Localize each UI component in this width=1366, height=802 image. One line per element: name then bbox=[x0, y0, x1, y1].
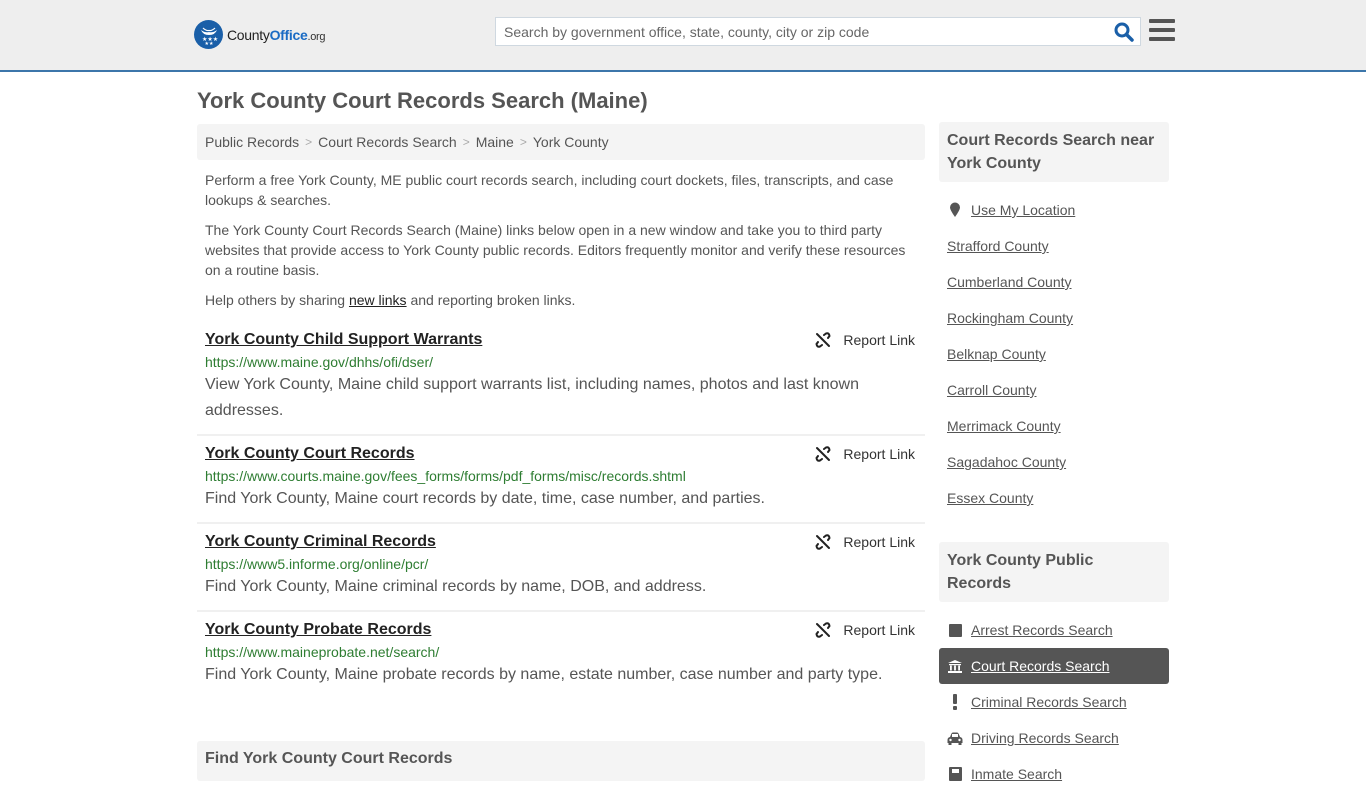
listing-item: York County Court Records Report Link ht… bbox=[197, 436, 925, 524]
intro-paragraph: Perform a free York County, ME public co… bbox=[205, 172, 894, 208]
car-icon bbox=[947, 732, 963, 745]
logo-text: CountyOffice.org bbox=[227, 26, 326, 43]
listing-title-link[interactable]: York County Court Records bbox=[205, 444, 415, 464]
court-records-item[interactable]: Court Records Search bbox=[939, 648, 1169, 684]
courthouse-icon bbox=[947, 659, 963, 673]
arrest-records-link[interactable]: Arrest Records Search bbox=[971, 622, 1113, 638]
nearby-county-item[interactable]: Sagadahoc County bbox=[939, 444, 1169, 480]
driving-records-link[interactable]: Driving Records Search bbox=[971, 730, 1119, 746]
listing-url: https://www.courts.maine.gov/fees_forms/… bbox=[205, 468, 686, 484]
nearby-county-item[interactable]: Carroll County bbox=[939, 372, 1169, 408]
breadcrumb-separator: > bbox=[519, 135, 527, 149]
breadcrumb-york-county[interactable]: York County bbox=[533, 134, 609, 150]
inmate-search-link[interactable]: Inmate Search bbox=[971, 766, 1062, 782]
court-records-link[interactable]: Court Records Search bbox=[971, 658, 1110, 674]
report-link-button[interactable]: Report Link bbox=[815, 446, 915, 462]
breadcrumb-maine[interactable]: Maine bbox=[476, 134, 514, 150]
listing-description: Find York County, Maine court records by… bbox=[205, 490, 765, 507]
eagle-logo-icon: ★★★ ★★ bbox=[194, 20, 223, 49]
nearby-county-link[interactable]: Cumberland County bbox=[947, 274, 1072, 290]
listing-item: York County Probate Records Report Link … bbox=[197, 612, 925, 698]
search-icon[interactable] bbox=[1114, 22, 1134, 42]
nearby-heading: Court Records Search near York County bbox=[939, 122, 1169, 182]
broken-link-icon bbox=[815, 622, 831, 638]
broken-link-icon bbox=[815, 534, 831, 550]
criminal-records-item[interactable]: Criminal Records Search bbox=[939, 684, 1169, 720]
listing-title-link[interactable]: York County Criminal Records bbox=[205, 532, 436, 552]
site-header: ★★★ ★★ CountyOffice.org bbox=[0, 0, 1366, 72]
broken-link-icon bbox=[815, 332, 831, 348]
nearby-county-item[interactable]: Essex County bbox=[939, 480, 1169, 516]
breadcrumb-separator: > bbox=[462, 135, 470, 149]
square-icon bbox=[947, 623, 963, 637]
nearby-county-item[interactable]: Cumberland County bbox=[939, 264, 1169, 300]
sidebar: Court Records Search near York County Us… bbox=[939, 122, 1169, 802]
nearby-county-link[interactable]: Merrimack County bbox=[947, 418, 1061, 434]
report-link-button[interactable]: Report Link bbox=[815, 622, 915, 638]
inmate-search-item[interactable]: Inmate Search bbox=[939, 756, 1169, 792]
criminal-records-link[interactable]: Criminal Records Search bbox=[971, 694, 1127, 710]
site-logo[interactable]: ★★★ ★★ CountyOffice.org bbox=[194, 20, 326, 49]
nearby-county-link[interactable]: Strafford County bbox=[947, 238, 1049, 254]
broken-link-icon bbox=[815, 446, 831, 462]
listing-description: View York County, Maine child support wa… bbox=[205, 376, 859, 419]
nearby-county-item[interactable]: Merrimack County bbox=[939, 408, 1169, 444]
public-records-heading: York County Public Records bbox=[939, 542, 1169, 602]
breadcrumb-court-records-search[interactable]: Court Records Search bbox=[318, 134, 457, 150]
nearby-county-link[interactable]: Rockingham County bbox=[947, 310, 1073, 326]
exclamation-icon bbox=[947, 694, 963, 710]
use-my-location-link[interactable]: Use My Location bbox=[971, 202, 1075, 218]
listing-title-link[interactable]: York County Probate Records bbox=[205, 620, 431, 640]
nearby-county-link[interactable]: Carroll County bbox=[947, 382, 1036, 398]
listing-url: https://www.maine.gov/dhhs/ofi/dser/ bbox=[205, 354, 433, 370]
driving-records-item[interactable]: Driving Records Search bbox=[939, 720, 1169, 756]
svg-text:★★: ★★ bbox=[204, 41, 213, 46]
map-pin-icon bbox=[947, 202, 963, 218]
report-link-button[interactable]: Report Link bbox=[815, 534, 915, 550]
nearby-county-item[interactable]: Belknap County bbox=[939, 336, 1169, 372]
search-bar bbox=[495, 17, 1141, 46]
nearby-county-link[interactable]: Belknap County bbox=[947, 346, 1046, 362]
listing-item: York County Child Support Warrants Repor… bbox=[197, 322, 925, 436]
listing-url: https://www.maineprobate.net/search/ bbox=[205, 644, 440, 660]
hamburger-menu-icon[interactable] bbox=[1149, 19, 1175, 43]
report-link-button[interactable]: Report Link bbox=[815, 332, 915, 348]
public-records-list: Arrest Records Search Court Records Sear… bbox=[939, 602, 1169, 802]
intro-text: Perform a free York County, ME public co… bbox=[197, 170, 925, 310]
nearby-county-item[interactable]: Strafford County bbox=[939, 228, 1169, 264]
find-court-records-heading: Find York County Court Records bbox=[197, 741, 925, 781]
arrest-records-item[interactable]: Arrest Records Search bbox=[939, 612, 1169, 648]
listing-description: Find York County, Maine criminal records… bbox=[205, 578, 707, 595]
breadcrumb-public-records[interactable]: Public Records bbox=[205, 134, 299, 150]
nearby-county-link[interactable]: Essex County bbox=[947, 490, 1033, 506]
new-links-link[interactable]: new links bbox=[349, 292, 407, 308]
listing-description: Find York County, Maine probate records … bbox=[205, 666, 883, 683]
main-content: Public Records > Court Records Search > … bbox=[197, 124, 925, 698]
use-my-location-item[interactable]: Use My Location bbox=[939, 192, 1169, 228]
inmate-icon bbox=[947, 767, 963, 781]
breadcrumb: Public Records > Court Records Search > … bbox=[197, 124, 925, 160]
breadcrumb-separator: > bbox=[305, 135, 313, 149]
search-input[interactable] bbox=[496, 18, 1096, 45]
listing-item: York County Criminal Records Report Link… bbox=[197, 524, 925, 612]
nearby-list: Use My Location Strafford County Cumberl… bbox=[939, 182, 1169, 526]
intro-paragraph: Help others by sharing new links and rep… bbox=[205, 292, 576, 308]
nearby-county-item[interactable]: Rockingham County bbox=[939, 300, 1169, 336]
nearby-county-link[interactable]: Sagadahoc County bbox=[947, 454, 1066, 470]
intro-paragraph: The York County Court Records Search (Ma… bbox=[205, 222, 906, 278]
listing-url: https://www5.informe.org/online/pcr/ bbox=[205, 556, 429, 572]
page-title: York County Court Records Search (Maine) bbox=[197, 88, 648, 113]
listing-title-link[interactable]: York County Child Support Warrants bbox=[205, 330, 482, 350]
